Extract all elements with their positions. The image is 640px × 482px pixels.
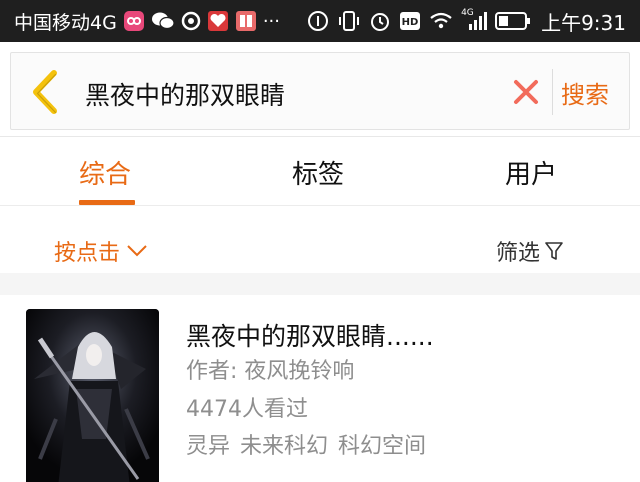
author-prefix: 作者: bbox=[186, 359, 238, 384]
carrier-label: 中国移动4G bbox=[14, 11, 117, 34]
filter-bar: 按点击 筛选 bbox=[0, 207, 640, 273]
search-divider bbox=[552, 69, 553, 115]
tab-users[interactable]: 用户 bbox=[505, 154, 557, 191]
book-cover-image bbox=[26, 309, 159, 482]
search-bar: 黑夜中的那双眼睛 搜索 bbox=[10, 52, 630, 130]
search-header: 黑夜中的那双眼睛 搜索 bbox=[0, 42, 640, 137]
back-button[interactable] bbox=[23, 67, 67, 117]
wechat-icon bbox=[151, 11, 175, 31]
more-icon: ··· bbox=[262, 10, 280, 32]
chat-icon bbox=[181, 11, 201, 31]
tag-item[interactable]: 灵异 bbox=[186, 428, 230, 460]
battery-icon bbox=[495, 11, 531, 31]
network-type-label: 4G bbox=[461, 8, 474, 18]
notification-badge-icon bbox=[123, 10, 145, 32]
signal-icon: 4G bbox=[461, 8, 488, 32]
section-separator bbox=[0, 273, 640, 295]
tab-tags[interactable]: 标签 bbox=[292, 154, 344, 191]
sort-dropdown[interactable]: 按点击 bbox=[54, 235, 148, 267]
chevron-down-icon bbox=[127, 245, 147, 257]
reader-icon bbox=[235, 10, 257, 32]
filter-button[interactable]: 筛选 bbox=[496, 235, 564, 267]
tag-item[interactable]: 科幻空间 bbox=[338, 428, 426, 460]
svg-text:HD: HD bbox=[402, 17, 419, 28]
search-submit-button[interactable]: 搜索 bbox=[561, 75, 609, 110]
list-item[interactable]: 黑夜中的那双眼睛...... 作者: 夜风挽铃响 4474人看过 灵异 未来科幻… bbox=[0, 295, 640, 482]
tag-item[interactable]: 未来科幻 bbox=[240, 428, 328, 460]
book-author-row: 作者: 夜风挽铃响 bbox=[186, 353, 354, 385]
search-input[interactable]: 黑夜中的那双眼睛 bbox=[85, 76, 285, 112]
data-saver-icon bbox=[307, 10, 329, 32]
wifi-icon bbox=[429, 11, 453, 31]
funnel-icon bbox=[545, 242, 563, 260]
result-tabs: 综合 标签 用户 bbox=[0, 138, 640, 206]
status-bar-right: HD 4G 上午9:31 bbox=[307, 0, 626, 42]
hd-icon: HD bbox=[399, 11, 421, 31]
view-count: 4474人看过 bbox=[186, 397, 308, 422]
book-title[interactable]: 黑夜中的那双眼睛...... bbox=[186, 317, 434, 353]
status-bar: 中国移动4G ··· HD 4G 上午9:31 bbox=[0, 0, 640, 42]
book-author[interactable]: 夜风挽铃响 bbox=[244, 359, 354, 384]
vibrate-icon bbox=[337, 10, 361, 32]
alarm-icon bbox=[369, 10, 391, 32]
chevron-left-icon bbox=[33, 70, 57, 114]
filter-label: 筛选 bbox=[496, 241, 541, 266]
status-bar-left: 中国移动4G ··· bbox=[14, 0, 280, 42]
clear-search-button[interactable] bbox=[511, 77, 541, 107]
close-icon bbox=[514, 80, 538, 104]
app-icon bbox=[207, 10, 229, 32]
active-tab-indicator bbox=[79, 200, 135, 205]
book-tags: 灵异 未来科幻 科幻空间 bbox=[186, 428, 426, 460]
tab-comprehensive[interactable]: 综合 bbox=[79, 154, 131, 191]
clock-time: 上午9:31 bbox=[541, 10, 626, 35]
sort-label: 按点击 bbox=[54, 241, 121, 266]
